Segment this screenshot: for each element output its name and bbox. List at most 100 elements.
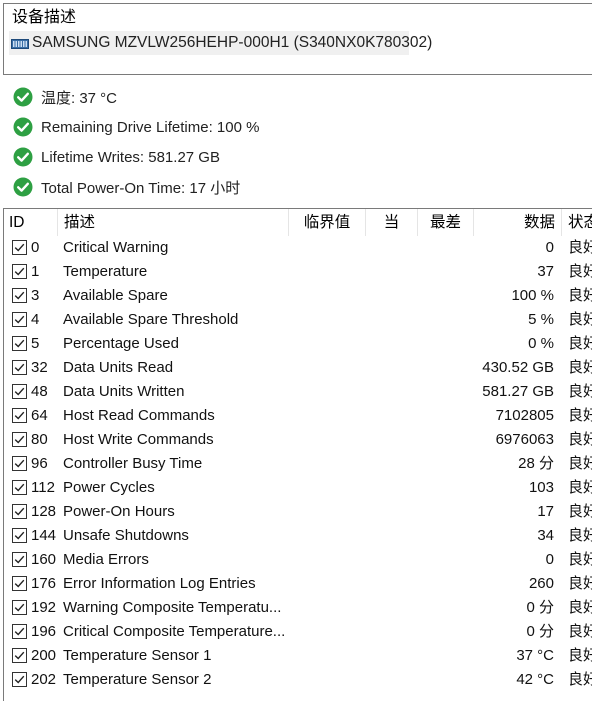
checkbox-checked-icon[interactable] xyxy=(12,408,27,423)
checkbox-checked-icon[interactable] xyxy=(12,264,27,279)
row-id: 128 xyxy=(31,503,57,520)
table-row[interactable]: 112 Power Cycles 103 良好 xyxy=(4,476,592,500)
checkbox-checked-icon[interactable] xyxy=(12,288,27,303)
row-status: 良好 xyxy=(568,479,592,496)
status-text: Remaining Drive Lifetime: 100 % xyxy=(41,118,260,136)
checkbox-checked-icon[interactable] xyxy=(12,648,27,663)
row-description: Temperature Sensor 2 xyxy=(63,671,212,688)
table-row[interactable]: 4 Available Spare Threshold 5 % 良好 xyxy=(4,308,592,332)
row-id: 160 xyxy=(31,551,57,568)
table-row[interactable]: 5 Percentage Used 0 % 良好 xyxy=(4,332,592,356)
row-data: 260 xyxy=(528,575,554,592)
row-status: 良好 xyxy=(568,599,592,616)
row-status: 良好 xyxy=(568,383,592,400)
table-row[interactable]: 160 Media Errors 0 良好 xyxy=(4,548,592,572)
smart-attributes-table: ID 描述 临界值 当 最差 数据 状态 0Critical Warning0良… xyxy=(3,208,592,701)
row-description: Temperature Sensor 1 xyxy=(63,647,212,664)
row-data: 0 xyxy=(545,551,554,568)
table-row[interactable]: 80 Host Write Commands 6976063 良好 xyxy=(4,428,592,452)
row-id: 4 xyxy=(31,311,40,328)
table-row[interactable]: 48 Data Units Written 581.27 GB 良好 xyxy=(4,380,592,404)
row-data: 37 xyxy=(537,263,554,280)
row-id: 144 xyxy=(31,527,57,544)
column-header-status[interactable]: 状态 xyxy=(562,209,592,236)
row-status: 良好 xyxy=(568,239,592,256)
row-id: 80 xyxy=(31,431,48,448)
device-description-title: 设备描述 xyxy=(12,9,77,26)
row-id: 202 xyxy=(31,671,57,688)
table-row[interactable]: 196 Critical Composite Temperature... 0 分良… xyxy=(4,620,592,644)
row-status: 良好 xyxy=(568,407,592,424)
checkbox-checked-icon[interactable] xyxy=(12,480,27,495)
device-selector[interactable]: SAMSUNG MZVLW256HEHP-000H1 (S340NX0K7803… xyxy=(9,31,432,55)
row-data: 34 xyxy=(537,527,554,544)
table-row[interactable]: 192 Warning Composite Temperatu... 0 分良好 xyxy=(4,596,592,620)
row-data: 0 分 xyxy=(526,623,554,640)
row-description: Unsafe Shutdowns xyxy=(63,527,189,544)
row-id: 64 xyxy=(31,407,48,424)
checkbox-checked-icon[interactable] xyxy=(12,432,27,447)
checkbox-checked-icon[interactable] xyxy=(12,336,27,351)
column-header-current[interactable]: 当 xyxy=(366,209,418,236)
row-data: 430.52 GB xyxy=(482,359,554,376)
table-row[interactable]: 3 Available Spare 100 % 良好 xyxy=(4,284,592,308)
table-row[interactable]: 0 Critical Warning 0 良好 xyxy=(4,236,592,260)
status-text: Lifetime Writes: 581.27 GB xyxy=(41,148,220,166)
table-row[interactable]: 202 Temperature Sensor 2 42 °C 良好 xyxy=(4,668,592,692)
row-id: 0 xyxy=(31,239,40,256)
status-item-lifetime-writes: Lifetime Writes: 581.27 GB xyxy=(0,142,592,172)
row-status: 良好 xyxy=(568,263,592,280)
row-status: 良好 xyxy=(568,647,592,664)
checkbox-checked-icon[interactable] xyxy=(12,456,27,471)
table-row[interactable]: 176 Error Information Log Entries 260 良好 xyxy=(4,572,592,596)
row-status: 良好 xyxy=(568,551,592,568)
checkbox-checked-icon[interactable] xyxy=(12,240,27,255)
row-data: 7102805 xyxy=(495,407,554,424)
checkbox-checked-icon[interactable] xyxy=(12,312,27,327)
column-header-threshold[interactable]: 临界值 xyxy=(289,209,366,236)
checkbox-checked-icon[interactable] xyxy=(12,600,27,615)
row-description: Power-On Hours xyxy=(63,503,175,520)
table-row[interactable]: 1 Temperature 37 良好 xyxy=(4,260,592,284)
status-summary: 温度: 37 °C Remaining Drive Lifetime: 100 … xyxy=(0,82,592,202)
checkbox-checked-icon[interactable] xyxy=(12,504,27,519)
row-status: 良好 xyxy=(568,431,592,448)
table-body: 0 Critical Warning 0 良好 1 Temperature 37 良好 3 Ava… xyxy=(4,236,592,692)
status-text: 温度: 37 °C xyxy=(41,89,118,107)
row-id: 176 xyxy=(31,575,57,592)
checkbox-checked-icon[interactable] xyxy=(12,552,27,567)
row-description: Critical Composite Temperature... xyxy=(63,623,286,640)
column-header-id[interactable]: ID xyxy=(4,209,58,236)
row-description: Data Units Written xyxy=(63,383,185,400)
check-circle-icon xyxy=(13,117,33,137)
row-id: 192 xyxy=(31,599,57,616)
table-row[interactable]: 128 Power-On Hours 17 良好 xyxy=(4,500,592,524)
row-description: Available Spare Threshold xyxy=(63,311,239,328)
row-data: 0 xyxy=(545,239,554,256)
row-status: 良好 xyxy=(568,287,592,304)
row-id: 196 xyxy=(31,623,57,640)
table-row[interactable]: 96 Controller Busy Time 28 分良好 xyxy=(4,452,592,476)
row-id: 32 xyxy=(31,359,48,376)
checkbox-checked-icon[interactable] xyxy=(12,672,27,687)
table-row[interactable]: 32 Data Units Read 430.52 GB 良好 xyxy=(4,356,592,380)
row-description: Data Units Read xyxy=(63,359,174,376)
status-item-power-on-time: Total Power-On Time: 17 小时 xyxy=(0,172,592,202)
column-header-description[interactable]: 描述 xyxy=(58,209,289,236)
column-header-worst[interactable]: 最差 xyxy=(418,209,474,236)
row-data: 28 分 xyxy=(518,455,554,472)
table-row[interactable]: 200 Temperature Sensor 1 37 °C 良好 xyxy=(4,644,592,668)
checkbox-checked-icon[interactable] xyxy=(12,384,27,399)
checkbox-checked-icon[interactable] xyxy=(12,576,27,591)
checkbox-checked-icon[interactable] xyxy=(12,360,27,375)
row-status: 良好 xyxy=(568,623,592,640)
table-row[interactable]: 144 Unsafe Shutdowns 34 良好 xyxy=(4,524,592,548)
column-header-data[interactable]: 数据 xyxy=(474,209,562,236)
row-id: 96 xyxy=(31,455,48,472)
checkbox-checked-icon[interactable] xyxy=(12,528,27,543)
table-row[interactable]: 64 Host Read Commands 7102805 良好 xyxy=(4,404,592,428)
row-description: Host Read Commands xyxy=(63,407,215,424)
row-status: 良好 xyxy=(568,527,592,544)
checkbox-checked-icon[interactable] xyxy=(12,624,27,639)
row-data: 103 xyxy=(528,479,554,496)
